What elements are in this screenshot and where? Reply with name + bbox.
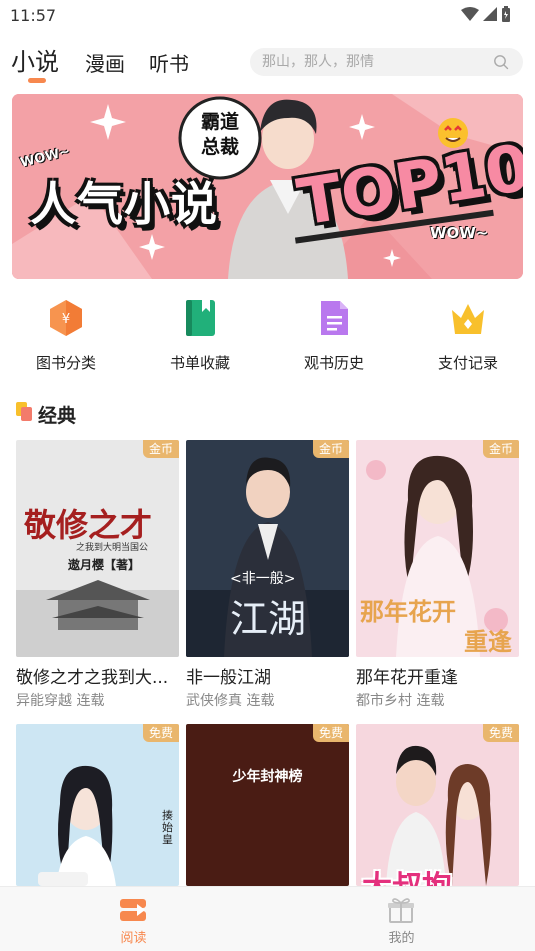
quick-link-label: 支付记录 <box>437 354 498 372</box>
gift-icon <box>388 898 414 923</box>
quick-link-payments[interactable]: 支付记录 <box>413 294 523 374</box>
read-icon <box>120 899 146 921</box>
book-badge: 免费 <box>312 724 349 742</box>
book-cover: 那年花开 重逢 金币 <box>356 440 519 657</box>
book-cover-title: 少年封神榜 <box>232 769 303 785</box>
banner-wow-right: WOW~ <box>430 224 489 242</box>
book-cover-title: 江湖 <box>230 597 307 641</box>
section-marker-icon <box>16 402 32 421</box>
wifi-icon <box>461 7 479 21</box>
status-bar: 11:57 <box>0 0 535 30</box>
book-genre: 武侠修真 <box>186 693 242 709</box>
search-box[interactable] <box>250 48 523 76</box>
book-badge: 金币 <box>312 440 349 458</box>
book-cover-author: 遨月樱【著】 <box>68 558 141 572</box>
active-tab-indicator <box>28 78 46 83</box>
signal-icon <box>483 7 497 21</box>
search-icon[interactable] <box>493 54 509 70</box>
quick-link-label: 图书分类 <box>35 354 96 372</box>
book-badge: 金币 <box>482 440 519 458</box>
book-status: 连载 <box>246 693 275 709</box>
book-genre: 都市乡村 <box>356 693 412 709</box>
book-cover: <非一般> 江湖 金币 <box>186 440 349 657</box>
quick-links: ¥ 图书分类 书单收藏 观书历史 支付记录 <box>0 294 535 374</box>
promo-banner[interactable]: 霸道 总裁 人气小说 TOP10 WOW~ WOW~ <box>12 94 523 279</box>
bottom-tab-label: 我的 <box>388 931 415 946</box>
book-cover-subtitle: 揍始皇 <box>162 809 173 846</box>
quick-link-bookmarks[interactable]: 书单收藏 <box>145 294 255 374</box>
book-status: 连载 <box>416 693 445 709</box>
quick-link-category[interactable]: ¥ 图书分类 <box>11 294 121 374</box>
bookmark-book-icon <box>186 300 215 336</box>
tab-comic[interactable]: 漫画 <box>85 48 125 77</box>
bottom-tab-read[interactable]: 阅读 <box>0 887 267 951</box>
book-meta: 都市乡村 连载 <box>356 690 519 710</box>
book-meta: 武侠修真 连载 <box>186 690 349 710</box>
history-doc-icon <box>321 301 348 335</box>
book-meta: 异能穿越 连载 <box>16 690 179 710</box>
book-cover-subtitle: 重逢 <box>464 628 512 656</box>
quick-link-label: 书单收藏 <box>169 354 230 372</box>
book-cover: 少年封神榜 免费 <box>186 724 349 886</box>
book-cover-subtitle: <非一般> <box>230 571 296 587</box>
bottom-nav: 阅读 我的 <box>0 886 535 951</box>
book-badge: 免费 <box>142 724 179 742</box>
book-cover: 大叔抱 免费 <box>356 724 519 886</box>
bottom-tab-label: 阅读 <box>120 931 147 946</box>
battery-icon <box>502 6 510 22</box>
svg-text:¥: ¥ <box>62 312 70 327</box>
book-title: 那年花开重逢 <box>356 668 458 688</box>
crown-icon <box>452 304 484 334</box>
book-cover: 揍始皇 免费 <box>16 724 179 886</box>
top-nav: 小说 漫画 听书 <box>0 40 535 86</box>
bottom-tab-mine[interactable]: 我的 <box>268 887 535 951</box>
book-title: 敬修之才之我到大... <box>16 668 169 688</box>
quick-link-label: 观书历史 <box>303 354 364 372</box>
book-badge: 金币 <box>142 440 179 458</box>
book-cover-title: 那年花开 <box>360 598 456 626</box>
book-cover-subtitle: 之我到大明当国公 <box>76 543 149 553</box>
section-title: 经典 <box>38 405 77 427</box>
category-icon: ¥ <box>50 300 82 336</box>
book-status: 连载 <box>76 693 105 709</box>
banner-headline: 人气小说 <box>30 177 218 231</box>
book-title: 非一般江湖 <box>186 668 271 688</box>
book-genre: 异能穿越 <box>16 693 72 709</box>
quick-link-history[interactable]: 观书历史 <box>279 294 389 374</box>
book-cover-title: 大叔抱 <box>362 862 452 886</box>
tab-novel[interactable]: 小说 <box>11 42 59 77</box>
tab-audiobook[interactable]: 听书 <box>149 48 189 77</box>
book-cover: 敬修之才 之我到大明当国公 遨月樱【著】 金币 <box>16 440 179 657</box>
book-badge: 免费 <box>482 724 519 742</box>
banner-badge-text: 霸道 总裁 <box>200 111 239 158</box>
search-input[interactable] <box>250 48 490 76</box>
status-icons <box>461 6 511 22</box>
status-time: 11:57 <box>10 6 57 25</box>
